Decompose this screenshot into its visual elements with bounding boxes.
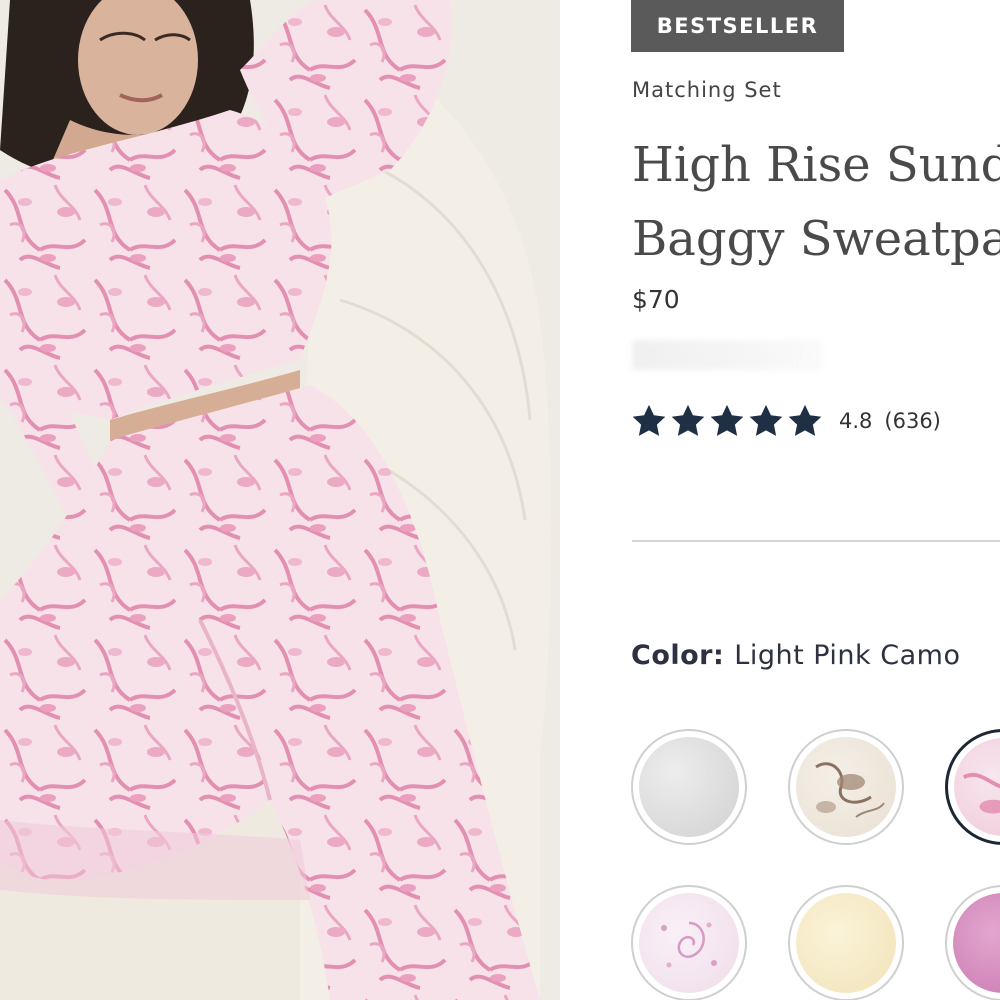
- swatch-fill: [639, 737, 739, 837]
- selected-color-name: Light Pink Camo: [734, 640, 961, 671]
- star-icon: [749, 404, 783, 436]
- product-title-line-1: High Rise Sunday: [632, 137, 1000, 193]
- color-swatch-pink-paisley[interactable]: [631, 885, 747, 1000]
- model-photo-illustration: [0, 0, 560, 1000]
- rating-value: 4.8: [839, 409, 873, 433]
- section-divider: [632, 540, 1000, 542]
- color-label: Color:: [631, 640, 725, 671]
- color-selection-label: Color: Light Pink Camo: [631, 640, 960, 671]
- review-count[interactable]: (636): [884, 409, 940, 433]
- bestseller-badge: BESTSELLER: [631, 0, 844, 52]
- swatch-fill: [954, 738, 1000, 836]
- collection-label[interactable]: Matching Set: [632, 78, 782, 102]
- swatch-fill: [639, 893, 739, 993]
- product-title: High Rise Sunday Baggy Sweatpants: [632, 128, 1000, 276]
- product-image[interactable]: [0, 0, 560, 1000]
- color-swatch-mauve[interactable]: [945, 885, 1000, 1000]
- swatch-fill: [796, 737, 896, 837]
- star-icon: [710, 404, 744, 436]
- star-icon: [788, 404, 822, 436]
- rating-summary[interactable]: 4.8 (636): [630, 402, 941, 440]
- color-swatch-heather-grey[interactable]: [631, 729, 747, 845]
- swatch-fill: [953, 893, 1000, 993]
- swatch-fill: [796, 893, 896, 993]
- product-title-line-2: Baggy Sweatpants: [632, 211, 1000, 267]
- star-icon: [671, 404, 705, 436]
- color-swatch-light-pink-camo[interactable]: [945, 729, 1000, 845]
- product-price: $70: [632, 285, 680, 314]
- rating-stars: [630, 402, 825, 440]
- star-icon: [632, 404, 666, 436]
- product-details-panel: BESTSELLER Matching Set High Rise Sunday…: [560, 0, 1000, 1000]
- blurred-price-text: [632, 340, 822, 370]
- color-swatch-cream[interactable]: [788, 885, 904, 1000]
- color-swatch-floral-print[interactable]: [788, 729, 904, 845]
